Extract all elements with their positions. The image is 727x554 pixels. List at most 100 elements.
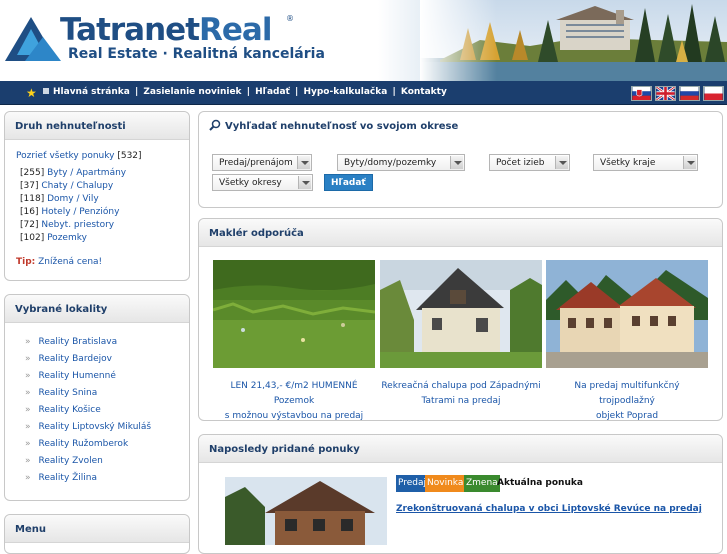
chevron-down-icon <box>298 176 311 189</box>
region-select-value: Všetky kraje <box>600 158 656 168</box>
locality-link[interactable]: Reality Humenné <box>39 371 116 381</box>
property-type-item[interactable]: [37] Chaty / Chalupy <box>20 181 113 191</box>
show-all-offers[interactable]: Pozrieť všetky ponuky [532] <box>16 151 142 161</box>
property-caption-line: Na predaj multifunkčný trojpodlažný <box>574 381 680 406</box>
property-type-item[interactable]: [16] Hotely / Penzióny <box>20 207 119 217</box>
localities-box: Vybrané lokality » Reality Bratislava » Re… <box>4 294 190 501</box>
property-type-item[interactable]: [255] Byty / Apartmány <box>20 168 126 178</box>
nav-separator: | <box>134 87 139 97</box>
property-caption[interactable]: LEN 21,43,- €/m2 HUMENNÉ Pozemok s možno… <box>213 379 375 424</box>
property-type-count: [16] <box>20 207 39 217</box>
search-button[interactable]: Hľadať <box>324 174 373 191</box>
locality-item[interactable]: » Reality Zvolen <box>25 456 103 466</box>
tag-sale-badge: Predaj <box>396 475 429 492</box>
search-box: Vyhľadať nehnuteľnosť vo svojom okrese P… <box>198 111 723 208</box>
locality-item[interactable]: » Reality Ružomberok <box>25 439 128 449</box>
logo-title[interactable]: TatranetReal <box>60 12 272 48</box>
bullet: » <box>25 439 31 449</box>
property-caption-line: objekt Poprad <box>595 411 659 421</box>
localities-heading: Vybrané lokality <box>5 295 189 323</box>
nav-item-contacts[interactable]: Kontakty <box>401 87 447 97</box>
locality-item[interactable]: » Reality Liptovský Mikuláš <box>25 422 151 432</box>
show-all-offers-count: [532] <box>117 151 142 161</box>
locality-item[interactable]: » Reality Snina <box>25 388 97 398</box>
menu-box: Menu <box>4 514 190 554</box>
locality-link[interactable]: Reality Bratislava <box>39 337 118 347</box>
favorite-star-icon[interactable]: ★ <box>26 86 37 100</box>
property-type-link[interactable]: Pozemky <box>47 233 87 243</box>
rooms-select[interactable]: Počet izieb <box>489 154 570 171</box>
locality-item[interactable]: » Reality Košice <box>25 405 101 415</box>
slovak-flag-icon[interactable] <box>631 86 652 101</box>
property-type-item[interactable]: [118] Domy / Vily <box>20 194 99 204</box>
russian-flag-icon[interactable] <box>679 86 700 101</box>
logo-title-part2: Real <box>199 12 272 48</box>
uk-flag-icon[interactable] <box>655 86 676 101</box>
tag-new-badge: Novinka <box>425 475 466 492</box>
nav-item-home[interactable]: Hlavná stránka <box>53 87 130 97</box>
locality-item[interactable]: » Reality Bardejov <box>25 354 112 364</box>
recent-property-photo[interactable] <box>225 477 387 545</box>
nav-item-newsletter[interactable]: Zasielanie noviniek <box>143 87 241 97</box>
bullet: » <box>25 354 31 364</box>
property-photo-building[interactable] <box>546 260 708 368</box>
property-caption-line: LEN 21,43,- €/m2 HUMENNÉ Pozemok <box>230 381 358 406</box>
property-type-count: [37] <box>20 181 39 191</box>
property-caption[interactable]: Rekreačná chalupa pod Západnými Tatrami … <box>380 379 542 409</box>
property-caption[interactable]: Na predaj multifunkčný trojpodlažný obje… <box>546 379 708 424</box>
registered-mark: ® <box>286 14 294 23</box>
district-select-value: Všetky okresy <box>219 178 282 188</box>
property-type-select[interactable]: Byty/domy/pozemky <box>337 154 465 171</box>
nav-separator: | <box>246 87 250 97</box>
locality-link[interactable]: Reality Zvolen <box>39 456 103 466</box>
recommended-box: Maklér odporúča LEN 21,43,- €/m2 HUMENNÉ… <box>198 218 723 421</box>
offer-type-select[interactable]: Predaj/prenájom <box>212 154 312 171</box>
bullet: » <box>25 337 31 347</box>
chevron-down-icon <box>297 156 310 169</box>
locality-item[interactable]: » Reality Bratislava <box>25 337 117 347</box>
bullet: » <box>25 422 31 432</box>
locality-link[interactable]: Reality Ružomberok <box>39 439 129 449</box>
tip-label: Tip: <box>16 257 36 267</box>
tag-change-badge: Zmena <box>464 475 500 492</box>
property-type-link[interactable]: Byty / Apartmány <box>47 168 126 178</box>
show-all-offers-link[interactable]: Pozrieť všetky ponuky <box>16 151 114 161</box>
property-type-link[interactable]: Hotely / Penzióny <box>41 207 119 217</box>
locality-item[interactable]: » Reality Humenné <box>25 371 116 381</box>
chevron-down-icon <box>555 156 568 169</box>
logo-title-part1: Tatranet <box>60 12 200 48</box>
property-type-link[interactable]: Nebyt. priestory <box>41 220 114 230</box>
locality-link[interactable]: Reality Liptovský Mikuláš <box>39 422 152 432</box>
locality-item[interactable]: » Reality Žilina <box>25 473 97 483</box>
price-reduced-link[interactable]: Znížená cena! <box>38 257 102 267</box>
chevron-down-icon <box>450 156 463 169</box>
logo-tagline: Real Estate · Realitná kancelária <box>68 46 325 62</box>
nav-item-search[interactable]: Hľadať <box>255 87 290 97</box>
nav-separator: | <box>392 87 396 97</box>
property-types-heading: Druh nehnuteľnosti <box>5 112 189 140</box>
recommended-heading: Maklér odporúča <box>199 219 722 247</box>
locality-link[interactable]: Reality Snina <box>39 388 98 398</box>
logo-triangle-icon[interactable] <box>5 15 65 63</box>
property-type-item[interactable]: [102] Pozemky <box>20 233 87 243</box>
property-type-link[interactable]: Domy / Vily <box>47 194 99 204</box>
property-type-count: [255] <box>20 168 45 178</box>
nav-separator: | <box>295 87 299 97</box>
locality-link[interactable]: Reality Košice <box>39 405 101 415</box>
nav-item-mortgage-calculator[interactable]: Hypo-kalkulačka <box>303 87 387 97</box>
site-header: TatranetReal ® Real Estate · Realitná ka… <box>0 0 727 81</box>
district-select[interactable]: Všetky okresy <box>212 174 313 191</box>
polish-flag-icon[interactable] <box>703 86 724 101</box>
property-type-select-value: Byty/domy/pozemky <box>344 158 437 168</box>
property-type-link[interactable]: Chaty / Chalupy <box>41 181 113 191</box>
locality-link[interactable]: Reality Bardejov <box>39 354 112 364</box>
bullet: » <box>25 456 31 466</box>
locality-link[interactable]: Reality Žilina <box>39 473 98 483</box>
property-photo-meadow[interactable] <box>213 260 375 368</box>
main-navigation: ★ Hlavná stránka | Zasielanie noviniek |… <box>0 81 727 105</box>
region-select[interactable]: Všetky kraje <box>593 154 698 171</box>
property-type-item[interactable]: [72] Nebyt. priestory <box>20 220 114 230</box>
bullet: » <box>25 405 31 415</box>
property-photo-cottage[interactable] <box>380 260 542 368</box>
recent-offer-title-link[interactable]: Zrekonštruovaná chalupa v obci Liptovské… <box>396 504 702 514</box>
